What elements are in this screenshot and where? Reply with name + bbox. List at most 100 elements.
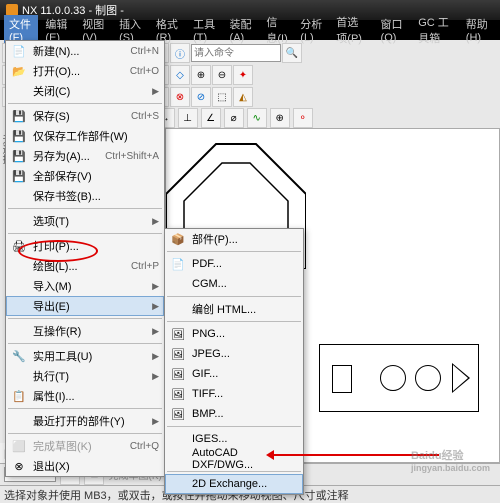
tb-btn[interactable]: ∠ [201,108,221,128]
menu-item[interactable]: 导入(M)▶ [6,276,164,296]
menu-item[interactable]: 选项(T)▶ [6,211,164,231]
menu-item-label: CGM... [192,278,298,290]
menu-item-label: IGES... [192,433,298,445]
menu-gc[interactable]: GC 工具箱 [413,13,459,47]
menu-item[interactable]: 关闭(C) ▶ [6,81,164,101]
menu-assembly[interactable]: 装配(A) [225,15,260,45]
tb-btn[interactable]: ◇ [170,65,190,85]
menu-item[interactable]: 🔧实用工具(U)▶ [6,346,164,366]
tb-info-icon[interactable]: ⓘ [170,43,190,63]
tb-btn[interactable]: ✦ [233,65,253,85]
menu-item-icon [170,431,186,447]
menu-info[interactable]: 信息(I) [261,13,293,47]
menu-item[interactable]: 🖼JPEG... [165,344,303,364]
menu-item-icon: 💾 [11,168,27,184]
submenu-arrow-icon: ▶ [152,86,159,97]
menu-item[interactable]: 保存书签(B)... [6,186,164,206]
menu-item-label: BMP... [192,408,298,420]
menu-item-label: TIFF... [192,388,298,400]
menu-item-label: 关闭(C) [33,83,148,99]
menu-item-shortcut: Ctrl+N [130,46,159,57]
tb-btn[interactable]: ⊗ [170,87,190,107]
menu-item[interactable]: 📦 部件(P)... [165,229,303,249]
menu-item[interactable]: 导出(E) ▶ [6,296,164,316]
menu-item-icon [170,301,186,317]
menu-item[interactable]: 🖼GIF... [165,364,303,384]
menu-item-icon: 🔧 [11,348,27,364]
command-input[interactable] [191,44,281,62]
menu-item-label: 选项(T) [33,213,148,229]
menu-item[interactable]: 互操作(R)▶ [6,321,164,341]
menu-item[interactable]: 🖼TIFF... [165,384,303,404]
menu-item[interactable]: 💾保存(S)Ctrl+S [6,106,164,126]
menu-item-label: 全部保存(V) [33,168,159,184]
menu-item[interactable]: 📄PDF... [165,254,303,274]
menu-item[interactable]: 最近打开的部件(Y)▶ [6,411,164,431]
menu-item-icon [170,451,186,467]
menu-item[interactable]: 💾 全部保存(V) [6,166,164,186]
menu-item-label: 实用工具(U) [33,348,148,364]
tb-btn[interactable]: ⊖ [212,65,232,85]
menu-item[interactable]: 🖨打印(P)... [6,236,164,256]
menu-item: ⬜完成草图(K)Ctrl+Q [6,436,164,456]
menu-item-shortcut: Ctrl+O [130,66,159,77]
menu-item-icon: 📂 [11,63,27,79]
menu-item-label: 打印(P)... [33,238,159,254]
tb-btn[interactable]: ⬚ [212,87,232,107]
menu-item-shortcut: Ctrl+Shift+A [105,151,159,162]
menu-item-label: 部件(P)... [192,231,298,247]
menu-item[interactable]: 绘图(L)...Ctrl+P [6,256,164,276]
menu-window[interactable]: 窗口(Q) [376,15,412,45]
menu-item[interactable]: AutoCAD DXF/DWG... [165,449,303,469]
menu-item-icon: 📦 [170,231,186,247]
menu-item[interactable]: 📋属性(I)... [6,386,164,406]
menu-item-label: 2D Exchange... [192,478,298,490]
menu-analysis[interactable]: 分析(L) [295,15,329,45]
menu-help[interactable]: 帮助(H) [461,15,496,45]
menu-item-label: 仅保存工作部件(W) [33,128,159,144]
tb-btn[interactable]: ◭ [233,87,253,107]
menu-item[interactable]: 执行(T)▶ [6,366,164,386]
tb-btn[interactable]: ⊘ [191,87,211,107]
menu-item-label: 完成草图(K) [33,438,130,454]
menu-item-icon: 🖼 [170,326,186,342]
menu-item-label: GIF... [192,368,298,380]
tb-btn[interactable]: ⊕ [270,108,290,128]
menu-item-label: 退出(X) [33,458,159,474]
menu-item[interactable]: 💾仅保存工作部件(W) [6,126,164,146]
menu-item[interactable]: IGES... [165,429,303,449]
menu-item-icon [11,188,27,204]
menu-item-label: AutoCAD DXF/DWG... [192,447,298,471]
menu-item[interactable]: 编创 HTML... [165,299,303,319]
menu-item-icon: 📋 [11,388,27,404]
menu-item[interactable]: 📄新建(N)...Ctrl+N [6,41,164,61]
menu-item-shortcut: Ctrl+S [131,111,159,122]
menu-item[interactable]: 💾另存为(A)...Ctrl+Shift+A [6,146,164,166]
menu-item[interactable]: CGM... [165,274,303,294]
tb-search-icon[interactable]: 🔍 [282,43,302,63]
tb-btn[interactable]: ⊥ [178,108,198,128]
menu-item-label: 保存书签(B)... [33,188,159,204]
tb-btn[interactable]: ⌀ [224,108,244,128]
submenu-arrow-icon: ▶ [152,301,159,312]
menu-item[interactable]: 📂打开(O)...Ctrl+O [6,61,164,81]
menu-prefs[interactable]: 首选项(P) [331,13,373,47]
menu-item[interactable]: 🖼PNG... [165,324,303,344]
menu-item-icon: ⊗ [11,458,27,474]
menu-item-icon [11,213,27,229]
menu-item-shortcut: Ctrl+Q [130,441,159,452]
menu-item-label: 执行(T) [33,368,148,384]
menu-item-icon [11,298,27,314]
tb-btn[interactable]: ∿ [247,108,267,128]
menu-item[interactable]: 2D Exchange... [165,474,303,494]
menu-item-icon [11,368,27,384]
menu-item[interactable]: 🖼 BMP... [165,404,303,424]
menu-item-label: 导出(E) [33,298,148,314]
menu-tools[interactable]: 工具(T) [188,15,222,45]
tb-btn[interactable]: ⚬ [293,108,313,128]
drawing-view-2[interactable] [319,344,479,412]
menu-item-icon: 🖼 [170,406,186,422]
menu-item[interactable]: ⊗ 退出(X) [6,456,164,476]
submenu-arrow-icon: ▶ [152,326,159,337]
tb-zoom-icon[interactable]: ⊕ [191,65,211,85]
